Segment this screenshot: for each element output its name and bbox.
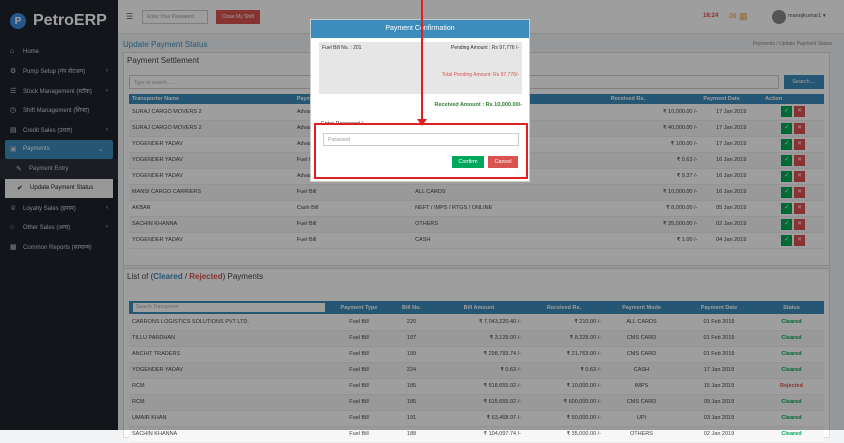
bill-number: Fuel Bill No. : 201 bbox=[322, 45, 362, 51]
annotation-arrow bbox=[421, 0, 423, 121]
highlight-box bbox=[314, 123, 528, 179]
total-pending-amount: Total Pending Amount: Rs 97,776/- bbox=[441, 72, 519, 78]
annotation-arrow-head bbox=[417, 119, 427, 126]
received-amount: Received Amount : Rs 10,000.00/- bbox=[434, 102, 522, 108]
modal-title: Payment Confirmation bbox=[311, 20, 529, 38]
pending-amount: Pending Amount : Rs 97,776 /- bbox=[450, 45, 519, 51]
